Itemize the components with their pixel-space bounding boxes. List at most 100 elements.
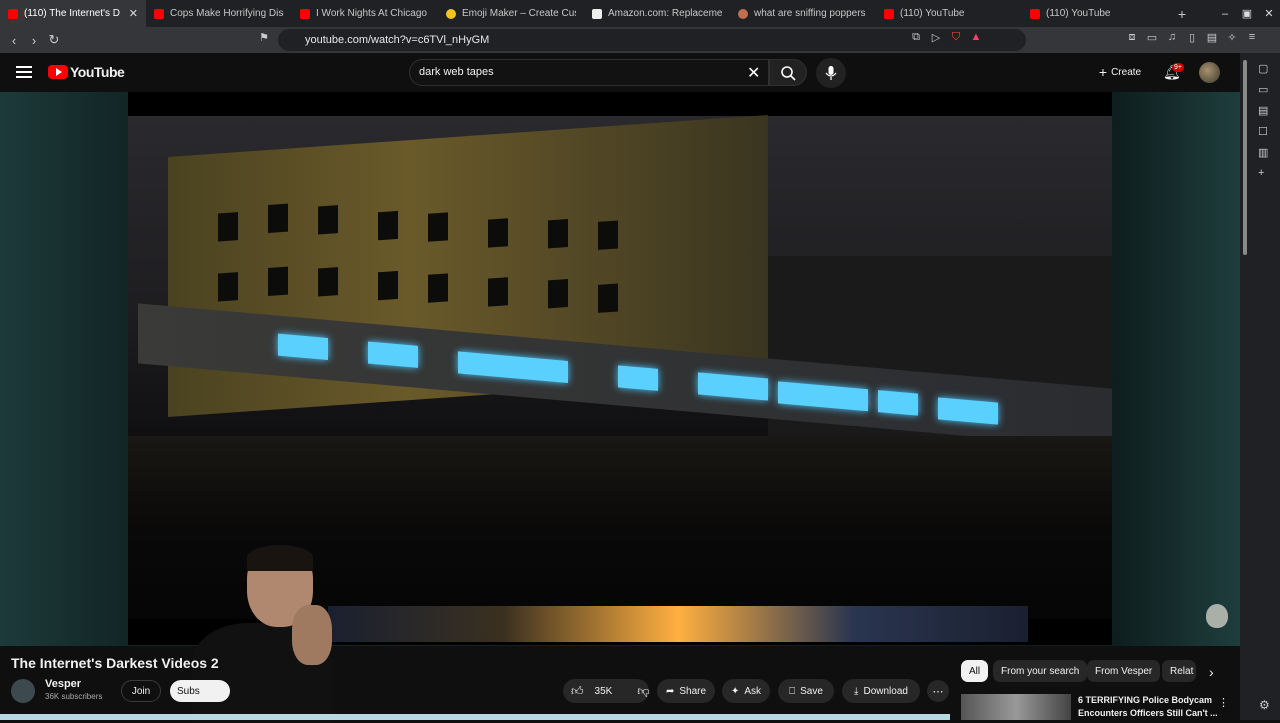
new-tab-button[interactable]: + [1172, 6, 1192, 22]
youtube-favicon-icon [154, 8, 164, 19]
video-title: The Internet's Darkest Videos 2 [11, 655, 219, 671]
bookmark-icon[interactable]: ⚑ [254, 31, 274, 44]
elevated-track-image [128, 436, 1112, 526]
recommendation-menu-icon[interactable]: ⋮ [1218, 696, 1229, 709]
browser-tab-bar: (110) The Internet's D ✕ Cops Make Horri… [0, 0, 1280, 27]
recommendation-thumbnail[interactable] [961, 694, 1071, 720]
extensions-icon[interactable]: ⧈ [1122, 31, 1142, 44]
channel-name[interactable]: Vesper [45, 678, 81, 690]
download-button[interactable]: ⤓ Download [842, 679, 920, 703]
ask-label: Ask [744, 685, 762, 697]
maximize-icon[interactable]: ▣ [1236, 7, 1258, 20]
sidebar-icons: ▢ ▭ ▤ ☐ ▥ + [1258, 62, 1268, 179]
more-actions-button[interactable]: ⋯ [927, 680, 949, 702]
tab-title: (110) YouTube [1046, 8, 1111, 19]
chip-all[interactable]: All [961, 660, 989, 682]
media-icon[interactable]: ♫ [1162, 31, 1182, 44]
search-input[interactable]: dark web tapes [419, 66, 494, 78]
browser-tab[interactable]: Amazon.com: Replacement [584, 0, 730, 27]
chip-related[interactable]: Relat [1162, 660, 1196, 682]
create-label: Create [1111, 66, 1142, 78]
youtube-logo-icon[interactable] [48, 65, 68, 79]
sidebar-wallet-icon[interactable]: ▤ [1258, 104, 1268, 117]
url-actions: ⧉ ▷ ⛉ ▲ [906, 31, 986, 44]
plus-icon: + [1098, 64, 1108, 80]
wallet-icon[interactable]: ▤ [1202, 31, 1222, 44]
browser-tab[interactable]: (110) YouTube [876, 0, 1022, 27]
sidebar-reading-icon[interactable]: ▥ [1258, 146, 1268, 159]
close-icon[interactable]: ✕ [129, 7, 138, 20]
download-label: Download [863, 685, 908, 697]
create-button[interactable]: + Create [1093, 60, 1147, 84]
chips-next-icon[interactable]: › [1209, 664, 1214, 680]
share-button[interactable]: ➦ Share [657, 679, 715, 703]
youtube-favicon-icon [8, 8, 18, 19]
more-icon: ⋯ [932, 685, 944, 698]
rewards-icon[interactable]: ▲ [966, 31, 986, 44]
page-scrollbar[interactable] [1243, 60, 1247, 255]
share-label: Share [679, 685, 707, 697]
search-icon [781, 66, 796, 81]
tab-title: Cops Make Horrifying Disco [170, 8, 284, 19]
youtube-favicon-icon [884, 8, 894, 19]
screenshot-icon[interactable]: ▭ [1142, 31, 1162, 44]
chip-from-your-search[interactable]: From your search [993, 660, 1088, 682]
browser-tab[interactable]: Emoji Maker – Create Custo [438, 0, 584, 27]
dislike-icon[interactable]: 👎︎ [637, 684, 649, 699]
share-icon: ➦ [665, 685, 675, 697]
alien-emoji-icon [1206, 604, 1228, 628]
tab-title: what are sniffing poppers [754, 8, 866, 19]
search-button[interactable] [769, 59, 807, 86]
bookmark-save-icon: ⎕ [789, 685, 796, 697]
join-button[interactable]: Join [121, 680, 161, 702]
minimize-icon[interactable]: – [1214, 8, 1236, 20]
tab-title: Emoji Maker – Create Custo [462, 8, 576, 19]
video-frame [128, 115, 1112, 642]
send-icon[interactable]: ▷ [926, 31, 946, 44]
sidebar-panel-icon[interactable]: ▢ [1258, 62, 1268, 75]
voice-search-button[interactable] [816, 58, 846, 88]
url-text[interactable]: youtube.com/watch?v=c6TVl_nHyGM [305, 34, 489, 46]
settings-gear-icon[interactable]: ⚙ [1259, 698, 1270, 712]
channel-avatar[interactable] [11, 679, 35, 703]
browser-tab[interactable]: Cops Make Horrifying Disco [146, 0, 292, 27]
subscriber-count: 36K subscribers [45, 692, 103, 701]
window-controls: – ▣ ✕ [1214, 0, 1280, 27]
browser-tab[interactable]: (110) The Internet's D ✕ [0, 0, 146, 27]
open-external-icon[interactable]: ⧉ [906, 31, 926, 44]
sidebar-add-icon[interactable]: + [1258, 167, 1268, 179]
like-icon[interactable]: 👍︎ [571, 684, 584, 699]
leo-ai-icon[interactable]: ✧ [1222, 31, 1242, 44]
clear-search-icon[interactable]: ✕ [747, 63, 760, 83]
account-avatar[interactable] [1199, 62, 1220, 83]
ask-button[interactable]: ✦ Ask [722, 679, 770, 703]
chip-from-vesper[interactable]: From Vesper [1087, 660, 1161, 682]
microphone-icon [825, 66, 837, 80]
download-icon: ⤓ [854, 685, 859, 697]
like-dislike-group: 👍︎ 35K 👎︎ [563, 679, 650, 703]
hamburger-menu-icon[interactable] [16, 66, 32, 78]
browser-tab[interactable]: I Work Nights At Chicago Ur [292, 0, 438, 27]
sidebar-tv-icon[interactable]: ▭ [1258, 83, 1268, 96]
browser-tab[interactable]: (110) YouTube [1022, 0, 1168, 27]
reload-icon[interactable]: ↻ [44, 32, 64, 48]
subscribe-button[interactable]: Subs [170, 680, 230, 702]
brave-shield-icon[interactable]: ⛉ [946, 31, 966, 44]
youtube-logo-text[interactable]: YouTube [70, 64, 125, 80]
sidebar-icon[interactable]: ▯ [1182, 31, 1202, 44]
forward-icon[interactable]: › [24, 33, 44, 48]
browser-toolbar-icons: ⧈ ▭ ♫ ▯ ▤ ✧ ≡ [1122, 31, 1262, 44]
tab-title: (110) YouTube [900, 8, 965, 19]
close-window-icon[interactable]: ✕ [1258, 7, 1280, 20]
recommendation-title[interactable]: 6 TERRIFYING Police Bodycam Encounters O… [1078, 694, 1218, 720]
youtube-favicon-icon [300, 8, 310, 19]
like-count[interactable]: 35K [595, 686, 613, 697]
youtube-favicon-icon [1030, 8, 1040, 19]
browser-tab[interactable]: what are sniffing poppers [730, 0, 876, 27]
sidebar-bookmarks-icon[interactable]: ☐ [1258, 125, 1268, 138]
save-label: Save [800, 685, 823, 697]
menu-icon[interactable]: ≡ [1242, 31, 1262, 44]
sparkle-icon: ✦ [730, 685, 740, 697]
save-button[interactable]: ⎕ Save [778, 679, 834, 703]
back-icon[interactable]: ‹ [4, 33, 24, 48]
